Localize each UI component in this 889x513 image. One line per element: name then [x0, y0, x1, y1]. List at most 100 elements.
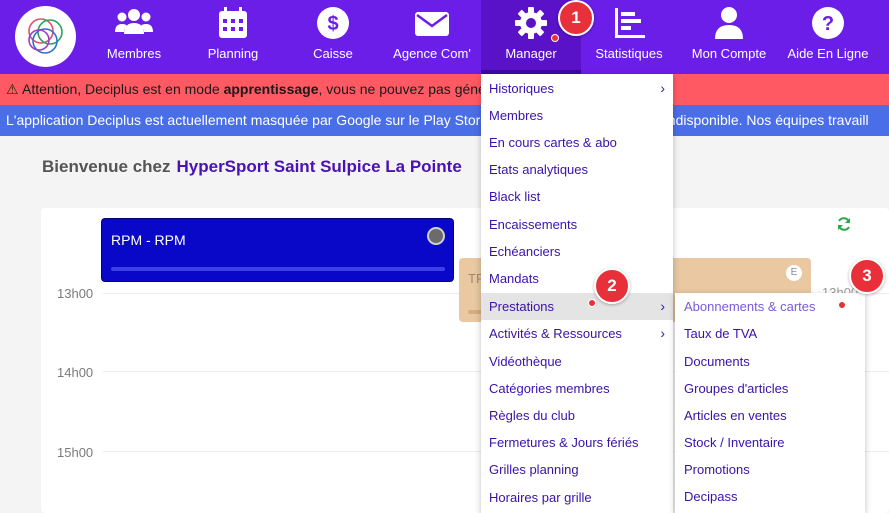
chevron-right-icon: › [660, 80, 665, 96]
nav-planning[interactable]: Planning [196, 0, 270, 74]
menu-item-label: En cours cartes & abo [489, 135, 617, 150]
nav-label: Caisse [313, 46, 353, 61]
dollar-icon: $ [317, 7, 349, 39]
refresh-icon[interactable] [836, 216, 852, 232]
nav-label: Agence Com' [393, 46, 471, 61]
warning-banner: ⚠ Attention, Deciplus est en mode apprent… [0, 74, 889, 105]
menu-item-echeanciers[interactable]: Echéanciers [481, 238, 673, 265]
info-text: L'application Deciplus est actuellement … [6, 112, 869, 128]
submenu-item-groupes-articles[interactable]: Groupes d'articles [675, 375, 865, 402]
menu-item-label: Historiques [489, 81, 555, 96]
submenu-item-taux-tva[interactable]: Taux de TVA [675, 320, 865, 347]
welcome-heading: Bienvenue chez HyperSport Saint Sulpice L… [42, 157, 462, 177]
nav-aide-en-ligne[interactable]: ? Aide En Ligne [785, 0, 871, 74]
svg-text:$: $ [327, 13, 338, 35]
callout-badge-2: 2 [594, 268, 630, 304]
nav-membres[interactable]: Membres [95, 0, 173, 74]
menu-item-videotheque[interactable]: Vidéothèque [481, 348, 673, 375]
menu-item-label: Etats analytiques [489, 162, 589, 177]
help-icon: ? [812, 7, 844, 39]
menu-item-label: Règles du club [489, 408, 575, 423]
event-title: RPM - RPM [111, 232, 186, 248]
callout-pointer [551, 34, 559, 42]
menu-item-label: Membres [489, 108, 544, 123]
svg-text:?: ? [822, 13, 834, 35]
submenu-item-articles-en-ventes[interactable]: Articles en ventes [675, 402, 865, 429]
nav-label: Planning [207, 46, 259, 61]
menu-item-mandats[interactable]: Mandats [481, 265, 673, 292]
submenu-item-label: Taux de TVA [684, 326, 758, 341]
menu-item-label: Activités & Ressources [489, 326, 622, 341]
nav-label: Statistiques [595, 46, 663, 61]
nav-agence-com[interactable]: Agence Com' [388, 0, 476, 74]
submenu-item-label: Decipass [684, 489, 738, 504]
submenu-item-promotions[interactable]: Promotions [675, 456, 865, 483]
callout-pointer [838, 301, 846, 309]
menu-item-label: Catégories membres [489, 381, 610, 396]
app-logo[interactable] [15, 6, 76, 67]
submenu-item-abonnements-cartes[interactable]: Abonnements & cartes [675, 293, 865, 320]
event-capacity-bar [111, 267, 445, 271]
menu-item-membres[interactable]: Membres [481, 102, 673, 129]
submenu-item-label: Promotions [684, 462, 750, 477]
warning-icon: ⚠ [6, 81, 19, 97]
coach-avatar [427, 227, 445, 245]
logo-rings-icon [28, 18, 63, 54]
menu-item-label: Black list [489, 189, 541, 204]
menu-item-black-list[interactable]: Black list [481, 183, 673, 210]
calendar-icon [219, 7, 247, 38]
menu-item-label: Horaires par grille [489, 490, 592, 505]
menu-item-categories-membres[interactable]: Catégories membres [481, 375, 673, 402]
envelope-icon [415, 12, 449, 36]
callout-badge-3: 3 [849, 258, 885, 294]
menu-item-etats-analytiques[interactable]: Etats analytiques [481, 156, 673, 183]
nav-mon-compte[interactable]: Mon Compte [688, 0, 770, 74]
menu-item-label: Grilles planning [489, 462, 579, 477]
prestations-submenu: Abonnements & cartes Taux de TVA Documen… [675, 293, 865, 513]
gear-icon [515, 7, 547, 39]
menu-item-label: Echéanciers [489, 244, 561, 259]
chevron-right-icon: › [660, 298, 665, 314]
callout-badge-1: 1 [558, 0, 594, 36]
submenu-item-label: Stock / Inventaire [684, 435, 785, 450]
chart-icon [615, 8, 645, 38]
manager-dropdown-menu: Historiques › Membres En cours cartes & a… [481, 74, 673, 513]
menu-item-grilles-planning[interactable]: Grilles planning [481, 456, 673, 483]
submenu-item-decipass[interactable]: Decipass [675, 483, 865, 510]
warning-text-prefix: Attention, Deciplus est en mode [22, 81, 224, 97]
submenu-item-label: Groupes d'articles [684, 381, 789, 396]
calendar-event-rpm[interactable]: RPM - RPM [101, 218, 454, 282]
info-banner: L'application Deciplus est actuellement … [0, 105, 889, 136]
menu-item-horaires-par-grille[interactable]: Horaires par grille [481, 484, 673, 511]
top-nav: Membres Planning $ Caisse Agence Com' Ma… [0, 0, 889, 74]
menu-item-historiques[interactable]: Historiques › [481, 75, 673, 102]
event-badge: E [786, 265, 802, 281]
club-name: HyperSport Saint Sulpice La Pointe [176, 157, 462, 176]
menu-item-fermetures[interactable]: Fermetures & Jours fériés [481, 429, 673, 456]
warning-text-bold: apprentissage [223, 81, 319, 97]
hour-label: 14h00 [57, 365, 94, 380]
menu-item-encaissements[interactable]: Encaissements [481, 211, 673, 238]
menu-item-label: Prestations [489, 299, 555, 314]
nav-label: Manager [505, 46, 557, 61]
menu-item-en-cours-cartes[interactable]: En cours cartes & abo [481, 129, 673, 156]
menu-item-prestations[interactable]: Prestations › [481, 293, 673, 320]
menu-item-label: Mandats [489, 271, 539, 286]
nav-label: Mon Compte [691, 46, 767, 61]
menu-item-label: Vidéothèque [489, 354, 562, 369]
welcome-prefix: Bienvenue chez [42, 157, 171, 176]
submenu-item-documents[interactable]: Documents [675, 348, 865, 375]
chevron-right-icon: › [660, 325, 665, 341]
nav-statistiques[interactable]: Statistiques [590, 0, 668, 74]
nav-caisse[interactable]: $ Caisse [298, 0, 368, 74]
menu-item-regles-du-club[interactable]: Règles du club [481, 402, 673, 429]
users-icon [115, 9, 153, 34]
menu-item-label: Encaissements [489, 217, 578, 232]
submenu-item-stock-inventaire[interactable]: Stock / Inventaire [675, 429, 865, 456]
hour-label: 13h00 [57, 286, 94, 301]
menu-item-activites-ressources[interactable]: Activités & Ressources › [481, 320, 673, 347]
user-icon [715, 7, 743, 39]
warning-text-suffix: , vous ne pouvez pas géné [318, 81, 486, 97]
callout-pointer [588, 299, 596, 307]
nav-label: Membres [106, 46, 162, 61]
